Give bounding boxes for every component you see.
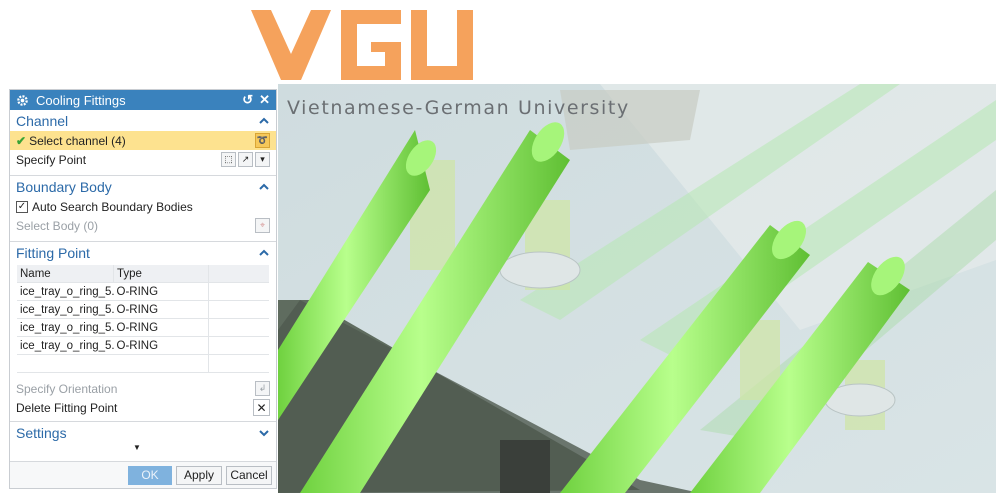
more-options-arrow[interactable]: ▼ — [0, 443, 276, 453]
cooling-fittings-dialog: Cooling Fittings ↺ ✕ Channel ✔ Select ch… — [9, 89, 277, 489]
cell-type: O-RING — [113, 318, 209, 337]
apply-button[interactable]: Apply — [176, 465, 222, 485]
fitting-point-table: Name Type ice_tray_o_ring_5... O-RING ic… — [17, 265, 269, 373]
cell-type: O-RING — [113, 336, 209, 355]
auto-search-label: Auto Search Boundary Bodies — [32, 199, 193, 214]
section-settings-header[interactable]: Settings — [10, 421, 276, 443]
chevron-up-icon[interactable] — [258, 115, 270, 127]
auto-search-row[interactable]: ✓ Auto Search Boundary Bodies — [10, 197, 276, 216]
chevron-up-icon[interactable] — [258, 247, 270, 259]
table-row[interactable]: ice_tray_o_ring_5... O-RING — [17, 300, 269, 319]
table-row[interactable]: ice_tray_o_ring_5... O-RING — [17, 318, 269, 337]
auto-search-checkbox[interactable]: ✓ — [16, 200, 28, 213]
specify-orientation-row: Specify Orientation ↲ — [10, 379, 276, 398]
chevron-down-icon[interactable]: ▾ — [255, 152, 270, 167]
specify-point-row[interactable]: Specify Point ⬚ ↗ ▾ — [10, 150, 276, 169]
cell-name: ice_tray_o_ring_5... — [17, 282, 114, 301]
specify-point-label: Specify Point — [16, 152, 87, 167]
section-channel-header[interactable]: Channel — [10, 110, 276, 131]
dialog-title-bar: Cooling Fittings ↺ ✕ — [10, 90, 276, 110]
university-tagline: Vietnamese-German University — [287, 97, 630, 119]
cell-name: ice_tray_o_ring_5... — [17, 336, 114, 355]
cell-empty — [208, 354, 269, 373]
reset-icon[interactable]: ↺ — [242, 92, 253, 108]
body-select-icon: ⌖ — [255, 218, 270, 233]
section-boundary-body-header[interactable]: Boundary Body — [10, 175, 276, 197]
vgu-logo — [251, 10, 473, 80]
dialog-title: Cooling Fittings — [36, 92, 126, 108]
dialog-footer: OK Apply Cancel — [10, 461, 276, 488]
cell-type: O-RING — [113, 300, 209, 319]
select-channel-row[interactable]: ✔ Select channel (4) ➰ — [10, 131, 276, 150]
column-header[interactable]: Name — [17, 265, 114, 283]
delete-icon[interactable]: ✕ — [253, 399, 270, 416]
section-channel-label: Channel — [16, 112, 69, 129]
select-body-row: Select Body (0) ⌖ — [10, 216, 276, 235]
curve-select-icon[interactable]: ➰ — [255, 133, 270, 148]
point-dialog-icon[interactable]: ⬚ — [221, 152, 236, 167]
cell-empty — [208, 300, 269, 319]
section-fitting-point-label: Fitting Point — [16, 244, 90, 261]
specify-orientation-label: Specify Orientation — [16, 381, 118, 396]
cell-name: ice_tray_o_ring_5... — [17, 300, 114, 319]
cancel-button[interactable]: Cancel — [226, 465, 272, 485]
ok-button[interactable]: OK — [128, 465, 172, 485]
chevron-down-icon[interactable] — [258, 427, 270, 439]
orientation-icon: ↲ — [255, 381, 270, 396]
select-channel-label: Select channel (4) — [29, 133, 126, 148]
delete-fitting-point-label: Delete Fitting Point — [16, 400, 118, 415]
table-header-row: Name Type — [17, 265, 269, 283]
cell-empty — [208, 318, 269, 337]
cell-empty — [208, 336, 269, 355]
select-body-label: Select Body (0) — [16, 218, 99, 233]
column-header-empty — [208, 265, 269, 283]
chevron-up-icon[interactable] — [258, 181, 270, 193]
section-boundary-body-label: Boundary Body — [16, 178, 112, 195]
section-fitting-point-header[interactable]: Fitting Point — [10, 241, 276, 263]
cell-type: O-RING — [113, 282, 209, 301]
delete-fitting-point-row[interactable]: Delete Fitting Point ✕ — [10, 398, 276, 417]
inferred-point-icon[interactable]: ↗ — [238, 152, 253, 167]
section-settings-label: Settings — [16, 424, 67, 441]
table-row[interactable]: ice_tray_o_ring_5... O-RING — [17, 336, 269, 355]
checkmark-icon: ✔ — [16, 133, 27, 148]
cell-name: ice_tray_o_ring_5... — [17, 318, 114, 337]
cell-empty — [17, 354, 114, 373]
cell-empty — [208, 282, 269, 301]
table-row-empty — [17, 354, 269, 373]
column-header[interactable]: Type — [113, 265, 209, 283]
gear-icon — [16, 93, 30, 107]
close-icon[interactable]: ✕ — [259, 92, 270, 108]
cell-empty — [113, 354, 209, 373]
table-row[interactable]: ice_tray_o_ring_5... O-RING — [17, 282, 269, 301]
